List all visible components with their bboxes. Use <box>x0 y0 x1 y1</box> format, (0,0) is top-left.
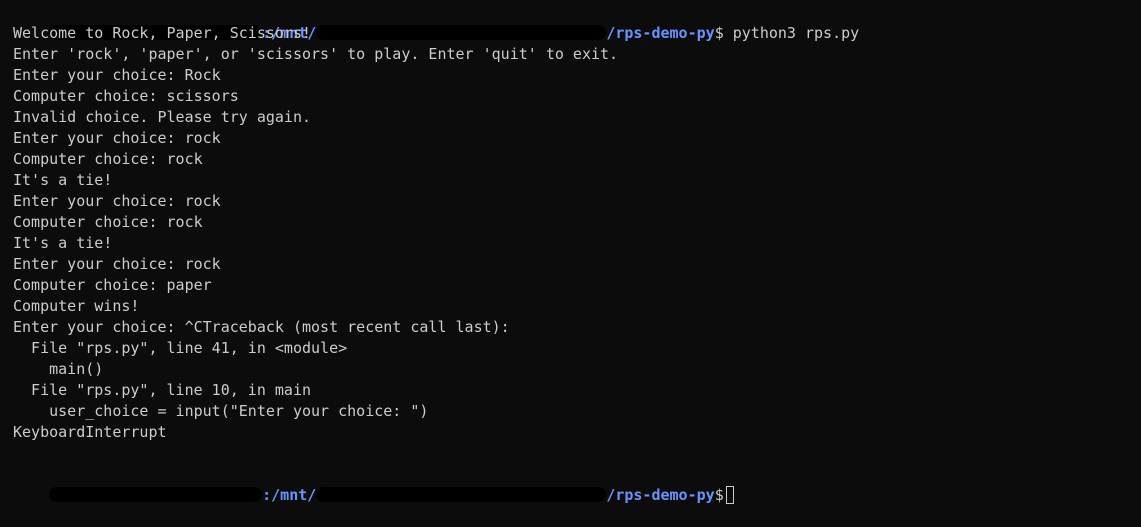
redacted-user-host <box>49 487 263 502</box>
active-prompt-line[interactable]: :/mnt/ /rps-demo-py$ <box>13 464 1141 504</box>
output-line: Invalid choice. Please try again. <box>13 108 312 126</box>
output-line: Computer choice: paper <box>13 276 212 294</box>
prompt-path-suffix: /rps-demo-py <box>606 486 715 504</box>
prompt-path-prefix: :/mnt/ <box>262 486 317 504</box>
output-line: It's a tie! <box>13 171 113 189</box>
command-prompt-line: :/mnt//rps-demo-py$ python3 rps.py <box>13 2 1141 42</box>
output-line: Welcome to Rock, Paper, Scissors! <box>13 24 312 42</box>
output-line: Enter 'rock', 'paper', or 'scissors' to … <box>13 45 619 63</box>
prompt-symbol: $ <box>714 486 724 504</box>
traceback-line: KeyboardInterrupt <box>13 423 167 441</box>
output-line: It's a tie! <box>13 234 113 252</box>
output-line: Enter your choice: rock <box>13 192 221 210</box>
output-line: Computer choice: rock <box>13 150 203 168</box>
traceback-line: File "rps.py", line 10, in main <box>13 381 312 399</box>
text-cursor[interactable] <box>725 486 734 504</box>
output-line: Enter your choice: ^CTraceback (most rec… <box>13 318 510 336</box>
output-line: Enter your choice: rock <box>13 129 221 147</box>
output-line: Enter your choice: rock <box>13 255 221 273</box>
terminal-window[interactable]: :/mnt//rps-demo-py$ python3 rps.py Welco… <box>0 0 1141 504</box>
output-line: Computer choice: scissors <box>13 87 239 105</box>
output-line: Enter your choice: Rock <box>13 66 221 84</box>
output-line: Computer choice: rock <box>13 213 203 231</box>
traceback-line: user_choice = input("Enter your choice: … <box>13 402 429 420</box>
traceback-line: File "rps.py", line 41, in <module> <box>13 339 348 357</box>
traceback-line: main() <box>13 360 104 378</box>
redacted-path <box>316 487 607 502</box>
output-line: Computer wins! <box>13 297 140 315</box>
